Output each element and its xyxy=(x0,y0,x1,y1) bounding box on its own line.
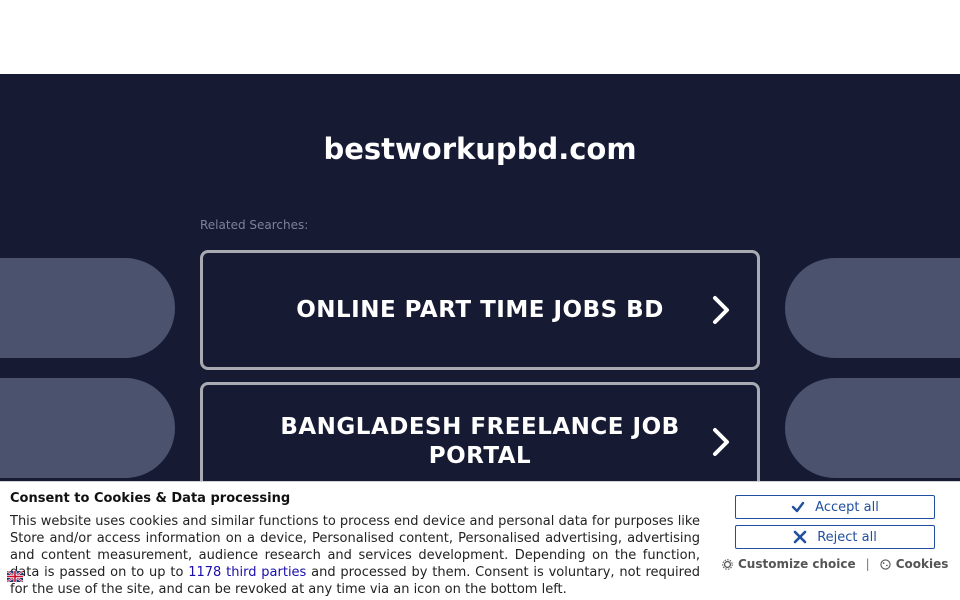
x-icon xyxy=(793,530,807,544)
decorative-pill-left-1 xyxy=(0,258,175,358)
customize-choice-label: Customize choice xyxy=(738,557,856,571)
related-search-online-part-time-jobs[interactable]: ONLINE PART TIME JOBS BD xyxy=(200,250,760,370)
chevron-right-icon xyxy=(713,428,729,456)
cookies-label: Cookies xyxy=(895,557,949,571)
customize-choice-link[interactable]: Customize choice xyxy=(722,557,856,571)
consent-description: This website uses cookies and similar fu… xyxy=(10,513,700,598)
top-blank-area xyxy=(0,0,960,74)
decorative-pill-right-1 xyxy=(785,258,960,358)
cookie-icon xyxy=(880,558,891,570)
cookies-link[interactable]: Cookies xyxy=(880,557,949,571)
consent-title: Consent to Cookies & Data processing xyxy=(10,491,291,506)
link-separator: | xyxy=(865,557,870,571)
uk-flag-icon[interactable] xyxy=(7,571,23,582)
accept-all-label: Accept all xyxy=(815,499,879,515)
cookie-consent-banner: Consent to Cookies & Data processing Thi… xyxy=(0,481,960,600)
reject-all-label: Reject all xyxy=(817,529,877,545)
decorative-pill-right-2 xyxy=(785,378,960,478)
chevron-right-icon xyxy=(713,296,729,324)
gear-icon xyxy=(722,558,733,570)
decorative-pill-left-2 xyxy=(0,378,175,478)
related-search-label: BANGLADESH FREELANCE JOB PORTAL xyxy=(280,414,680,469)
reject-all-button[interactable]: Reject all xyxy=(735,525,935,549)
domain-title: bestworkupbd.com xyxy=(323,132,637,166)
accept-all-button[interactable]: Accept all xyxy=(735,495,935,519)
related-searches-label: Related Searches: xyxy=(200,218,309,232)
check-icon xyxy=(791,501,805,513)
third-parties-link[interactable]: 1178 third parties xyxy=(188,565,306,580)
related-search-label: ONLINE PART TIME JOBS BD xyxy=(296,296,664,323)
consent-secondary-links: Customize choice | Cookies xyxy=(722,557,954,571)
